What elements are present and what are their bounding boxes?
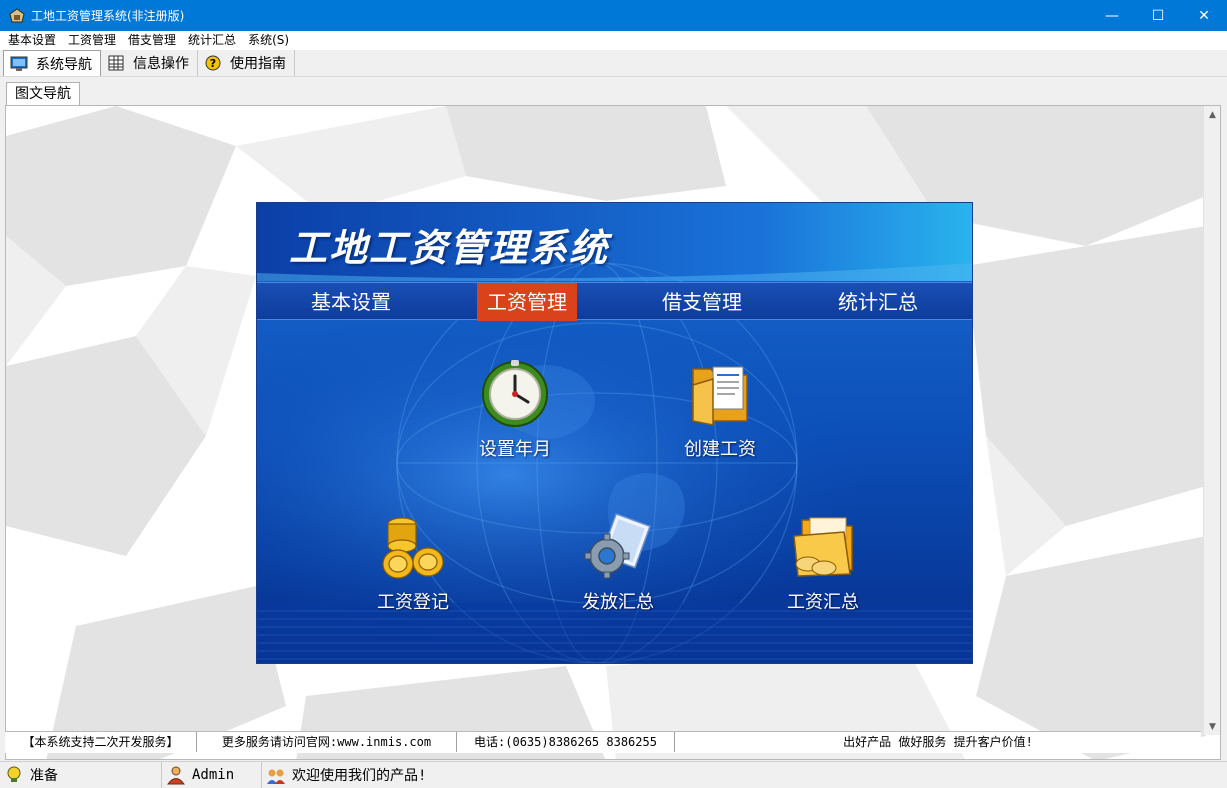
function-create-salary[interactable]: 创建工资 [660, 359, 780, 461]
scroll-up-icon[interactable]: ▲ [1204, 106, 1220, 123]
tab-label: 信息操作 [133, 56, 189, 72]
function-label: 创建工资 [684, 439, 756, 460]
nav-salary-management[interactable]: 工资管理 [477, 283, 577, 321]
nav-advance-management[interactable]: 借支管理 [652, 283, 752, 321]
tab-label: 使用指南 [230, 56, 286, 72]
status-bar: 准备 Admin 欢迎使用我们的产品! [0, 761, 1227, 788]
tab-system-navigation[interactable]: 系统导航 [3, 50, 101, 76]
user-icon [167, 766, 185, 785]
users-icon [267, 769, 285, 784]
menu-basic-settings[interactable]: 基本设置 [2, 31, 62, 50]
function-set-year-month[interactable]: 设置年月 [455, 359, 575, 461]
function-label: 工资汇总 [787, 592, 859, 613]
status-state: 准备 [30, 768, 58, 784]
tab-image-navigation[interactable]: 图文导航 [6, 82, 80, 106]
window-title: 工地工资管理系统(非注册版) [31, 9, 185, 23]
status-user: Admin [192, 767, 235, 783]
tab-user-guide[interactable]: ? 使用指南 [198, 50, 295, 76]
lightbulb-icon [7, 766, 21, 782]
menu-advance-management[interactable]: 借支管理 [122, 31, 182, 50]
monitor-icon [10, 56, 28, 71]
folder-coins-icon [793, 517, 853, 577]
folder-document-icon [692, 366, 748, 426]
menu-statistics[interactable]: 统计汇总 [182, 31, 242, 50]
status-message: 欢迎使用我们的产品! [292, 768, 427, 784]
scroll-down-icon[interactable]: ▼ [1204, 718, 1220, 735]
minimize-button[interactable]: — [1089, 0, 1135, 31]
toolbar: 系统导航 信息操作 ? 使用指南 [0, 50, 1227, 77]
function-label: 工资登记 [377, 592, 449, 613]
clock-icon [482, 360, 548, 427]
maximize-button[interactable]: ☐ [1135, 0, 1181, 31]
close-button[interactable]: ✕ [1181, 0, 1227, 31]
menu-salary-management[interactable]: 工资管理 [62, 31, 122, 50]
info-website: 更多服务请访问官网:www.inmis.com [197, 732, 457, 752]
coins-icon [382, 517, 444, 579]
function-label: 设置年月 [479, 439, 551, 460]
function-label: 发放汇总 [582, 592, 654, 613]
navigation-panel: 工地工资管理系统 基本设置 工资管理 借支管理 统计汇总 设置年月 创建工资 工… [256, 202, 973, 664]
menu-bar: 基本设置 工资管理 借支管理 统计汇总 系统(S) [0, 31, 1227, 50]
app-icon [9, 7, 25, 22]
content-area: 工地工资管理系统 基本设置 工资管理 借支管理 统计汇总 设置年月 创建工资 工… [5, 105, 1221, 760]
help-icon: ? [205, 55, 221, 71]
svg-text:?: ? [210, 57, 216, 70]
panel-navbar: 基本设置 工资管理 借支管理 统计汇总 [257, 282, 972, 321]
status-ready-pane: 准备 [0, 761, 162, 788]
gear-document-icon [584, 513, 651, 579]
panel-title: 工地工资管理系统 [289, 225, 610, 270]
function-salary-registration[interactable]: 工资登记 [353, 512, 473, 614]
menu-system[interactable]: 系统(S) [242, 31, 295, 50]
info-dev-service: 【本系统支持二次开发服务】 [5, 732, 197, 752]
info-phone: 电话:(0635)8386265 8386255 [457, 732, 675, 752]
info-line: 【本系统支持二次开发服务】 更多服务请访问官网:www.inmis.com 电话… [5, 731, 1201, 753]
vertical-scrollbar[interactable]: ▲ ▼ [1203, 106, 1220, 735]
info-slogan: 出好产品 做好服务 提升客户价值! [843, 735, 1033, 749]
status-message-pane: 欢迎使用我们的产品! [262, 762, 1227, 788]
grid-icon [108, 55, 124, 71]
status-user-pane: Admin [162, 761, 262, 788]
function-payment-summary[interactable]: 发放汇总 [558, 512, 678, 614]
tab-label: 系统导航 [36, 56, 92, 73]
tab-information-operation[interactable]: 信息操作 [101, 50, 198, 76]
title-bar: 工地工资管理系统(非注册版) — ☐ ✕ [0, 0, 1227, 31]
document-tabs: 图文导航 [0, 78, 1227, 106]
nav-basic-settings[interactable]: 基本设置 [301, 283, 401, 321]
function-salary-summary[interactable]: 工资汇总 [763, 512, 883, 614]
nav-statistics[interactable]: 统计汇总 [828, 283, 928, 321]
